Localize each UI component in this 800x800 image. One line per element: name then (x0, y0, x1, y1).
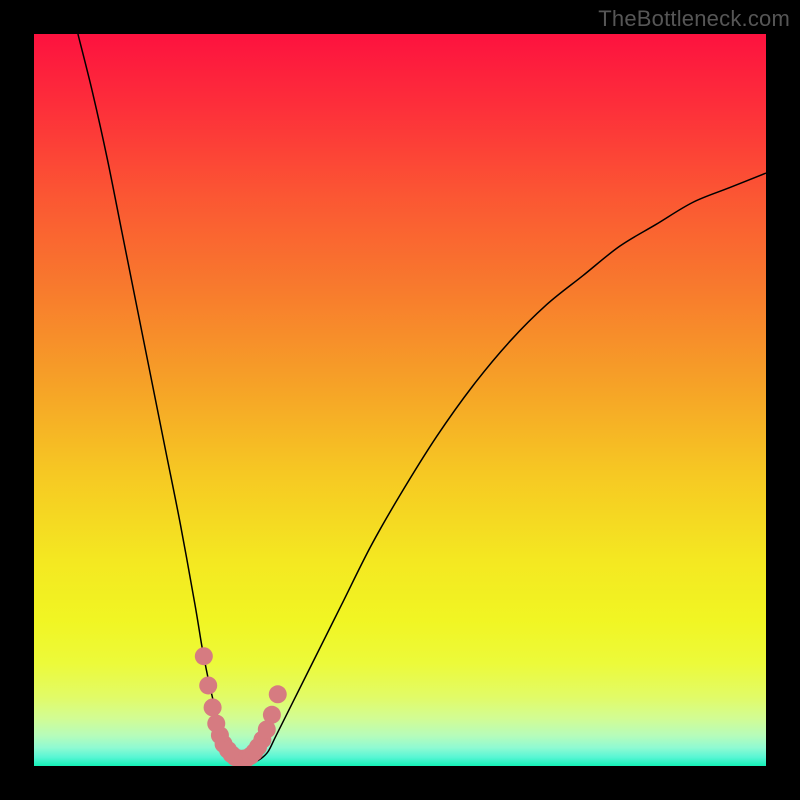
marker-point (263, 706, 281, 724)
marker-point (199, 676, 217, 694)
chart-frame: TheBottleneck.com (0, 0, 800, 800)
marker-point (195, 647, 213, 665)
curve-path (78, 34, 766, 763)
chart-svg (34, 34, 766, 766)
marker-point (269, 685, 287, 703)
plot-area (34, 34, 766, 766)
marker-point (204, 698, 222, 716)
watermark-text: TheBottleneck.com (598, 6, 790, 32)
